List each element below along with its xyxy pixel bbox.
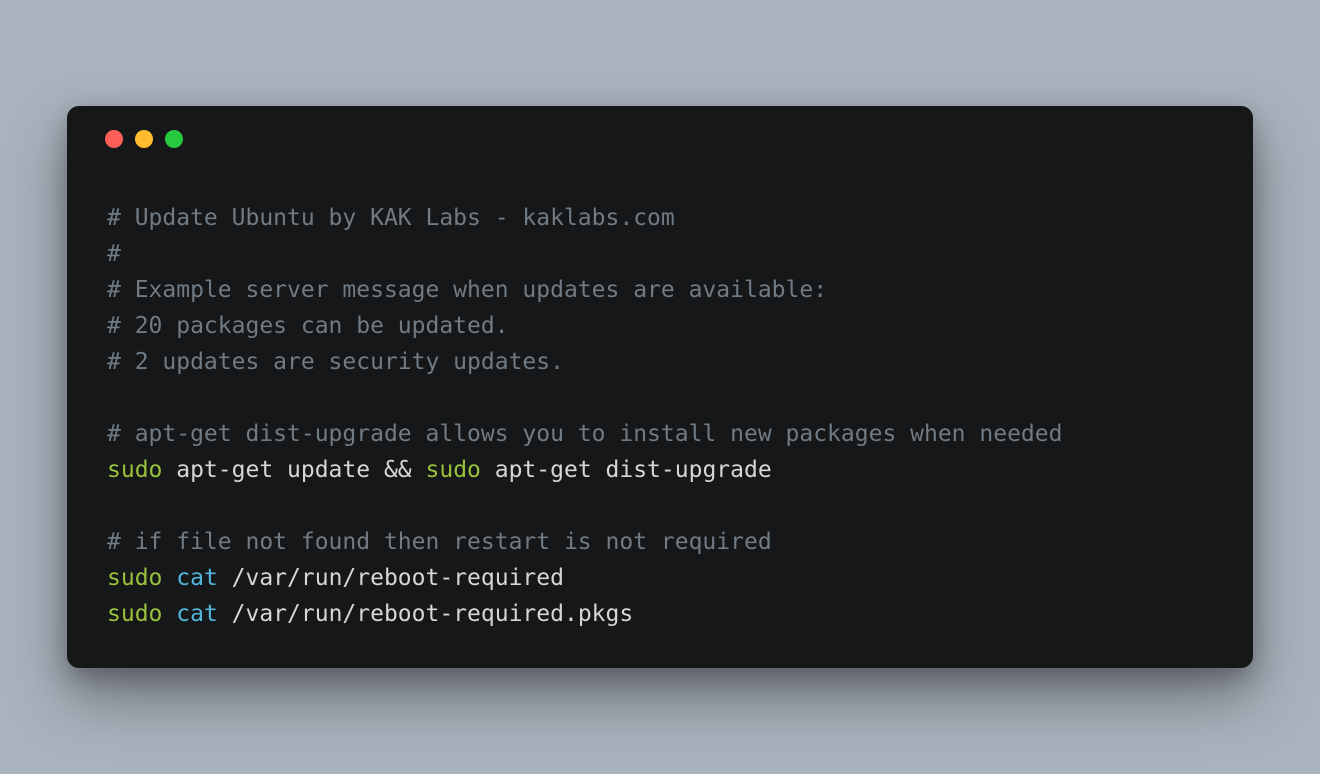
comment-line: # apt-get dist-upgrade allows you to ins… <box>107 421 1062 447</box>
keyword-sudo: sudo <box>426 457 481 483</box>
comment-line: # if file not found then restart is not … <box>107 529 772 555</box>
keyword-sudo: sudo <box>107 565 162 591</box>
terminal-window: # Update Ubuntu by KAK Labs - kaklabs.co… <box>67 106 1253 668</box>
keyword-sudo: sudo <box>107 601 162 627</box>
keyword-sudo: sudo <box>107 457 162 483</box>
comment-line: # <box>107 241 121 267</box>
comment-line: # Update Ubuntu by KAK Labs - kaklabs.co… <box>107 205 675 231</box>
command-text: apt-get dist-upgrade <box>481 457 772 483</box>
maximize-icon[interactable] <box>165 130 183 148</box>
builtin-cat: cat <box>176 601 218 627</box>
close-icon[interactable] <box>105 130 123 148</box>
comment-line: # 20 packages can be updated. <box>107 313 509 339</box>
minimize-icon[interactable] <box>135 130 153 148</box>
code-block: # Update Ubuntu by KAK Labs - kaklabs.co… <box>67 158 1253 632</box>
comment-line: # 2 updates are security updates. <box>107 349 564 375</box>
command-text: /var/run/reboot-required.pkgs <box>218 601 633 627</box>
builtin-cat: cat <box>176 565 218 591</box>
window-titlebar <box>67 106 1253 158</box>
comment-line: # Example server message when updates ar… <box>107 277 827 303</box>
command-text: apt-get update && <box>162 457 425 483</box>
command-text: /var/run/reboot-required <box>218 565 564 591</box>
